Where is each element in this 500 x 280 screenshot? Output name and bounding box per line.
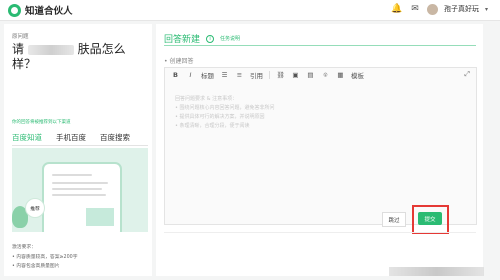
quote-button[interactable]: 引用 (250, 70, 263, 80)
question-title-prefix: 请 (12, 42, 25, 56)
editor-toolbar: B I 标题 ☰ ≡ 引用 ⛓ ▣ ▤ ⌾ ▦ 模板 ⤢ (165, 68, 476, 82)
channel-hint: 你的回答将被推荐到以下渠道 (12, 120, 71, 125)
channel-tabs: 百度知道 手机百度 百度搜索 (12, 132, 130, 146)
avatar[interactable] (426, 3, 438, 15)
toolbar-divider (269, 71, 270, 79)
redacted-text (27, 44, 74, 55)
requirement-item: • 内容包含高质量图片 (12, 264, 60, 269)
template-button[interactable]: 模板 (351, 70, 364, 80)
task-info-link[interactable]: 任务说明 (220, 35, 240, 42)
tabs-divider (12, 145, 148, 146)
mail-icon[interactable]: ✉ (409, 3, 421, 15)
placeholder-line: • 围绕问题核心内容回答问题，避免答非所问 (175, 105, 275, 111)
question-panel: 原问题 请 肤品怎么样？ 你的回答将被推荐到以下渠道 百度知道 手机百度 百度搜… (4, 24, 152, 276)
ordered-list-icon[interactable]: ☰ (220, 70, 229, 80)
editor-placeholder: 回答问题要求 & 注意事项： • 围绕问题核心内容回答问题，避免答非所问 • 提… (175, 95, 275, 131)
question-label: 原问题 (12, 34, 29, 40)
fullscreen-icon[interactable]: ⤢ (464, 70, 470, 79)
phone-line (52, 182, 108, 184)
tab-baidu-zhidao[interactable]: 百度知道 (12, 132, 42, 146)
title-divider (164, 45, 476, 46)
info-icon: i (206, 34, 215, 43)
requirements-title: 激活要求： (12, 245, 36, 250)
blurred-watermark (389, 267, 484, 276)
heading-button[interactable]: 标题 (201, 70, 214, 80)
location-icon[interactable]: ⌾ (321, 70, 330, 80)
chevron-down-icon[interactable]: ▾ (485, 6, 488, 13)
placeholder-line: 回答问题要求 & 注意事项： (175, 96, 238, 102)
tab-baidu-search[interactable]: 百度搜索 (100, 132, 130, 146)
logo[interactable]: 知道合伙人 (8, 3, 73, 17)
highlight-box (412, 205, 449, 234)
unordered-list-icon[interactable]: ≡ (235, 70, 244, 80)
requirement-item: • 内容质量较高，答案≥200字 (12, 255, 78, 260)
answer-panel: 回答新建 i 任务说明 • 创建回答 B I 标题 ☰ ≡ 引用 ⛓ ▣ ▤ ⌾… (156, 24, 483, 276)
username[interactable]: 孢子真好玩 (444, 4, 479, 14)
logo-mark-icon (8, 3, 21, 17)
bold-button[interactable]: B (171, 70, 180, 80)
phone-line (52, 174, 92, 176)
phone-illustration (42, 162, 122, 232)
preview-illustration: 推荐 (12, 148, 148, 232)
phone-line (52, 188, 102, 190)
question-title: 请 肤品怎么样？ (12, 42, 148, 72)
bell-icon[interactable]: 🔔 (391, 3, 403, 15)
placeholder-line: • 条理清晰，合理分段，便于阅读 (175, 123, 250, 129)
logo-text: 知道合伙人 (25, 6, 73, 17)
video-icon[interactable]: ▤ (306, 70, 315, 80)
link-icon[interactable]: ⛓ (276, 70, 285, 80)
placeholder-line: • 提供具体可行的解决方案，并说明原因 (175, 114, 265, 120)
answer-title: 回答新建 (164, 35, 201, 45)
create-answer-label: • 创建回答 (164, 58, 194, 65)
template-icon[interactable]: ▦ (336, 70, 345, 80)
image-icon[interactable]: ▣ (291, 70, 300, 80)
footer-divider (164, 232, 476, 233)
top-bar: 知道合伙人 🔔 ✉ 孢子真好玩 ▾ (0, 0, 500, 21)
italic-button[interactable]: I (186, 70, 195, 80)
phone-image (86, 208, 114, 226)
skip-button[interactable]: 跳过 (382, 212, 406, 227)
phone-line (52, 194, 106, 196)
answer-editor[interactable]: B I 标题 ☰ ≡ 引用 ⛓ ▣ ▤ ⌾ ▦ 模板 ⤢ 回答问题要求 & 注意… (164, 67, 477, 225)
recommend-tag: 推荐 (25, 198, 45, 218)
tab-mobile-baidu[interactable]: 手机百度 (56, 132, 86, 146)
